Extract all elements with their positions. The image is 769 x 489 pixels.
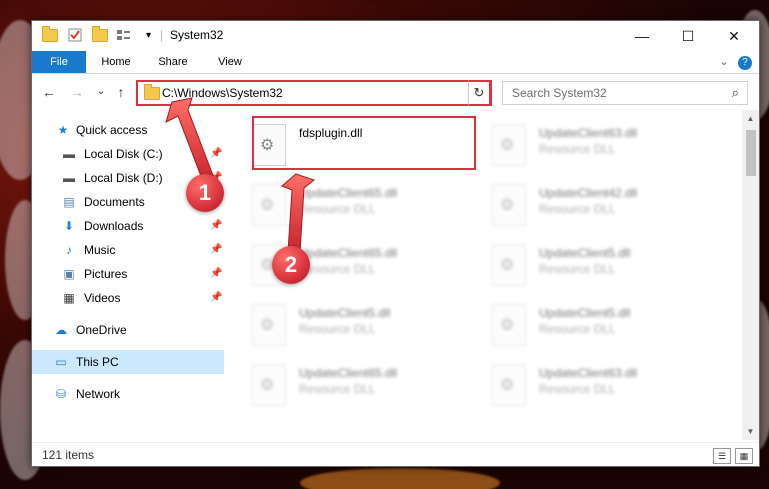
arrow-step1 <box>165 97 215 185</box>
step-badge-2: 2 <box>272 246 310 284</box>
arrow-step2 <box>281 173 316 253</box>
step-badge-1: 1 <box>186 174 224 212</box>
annotation-arrows <box>165 97 316 253</box>
